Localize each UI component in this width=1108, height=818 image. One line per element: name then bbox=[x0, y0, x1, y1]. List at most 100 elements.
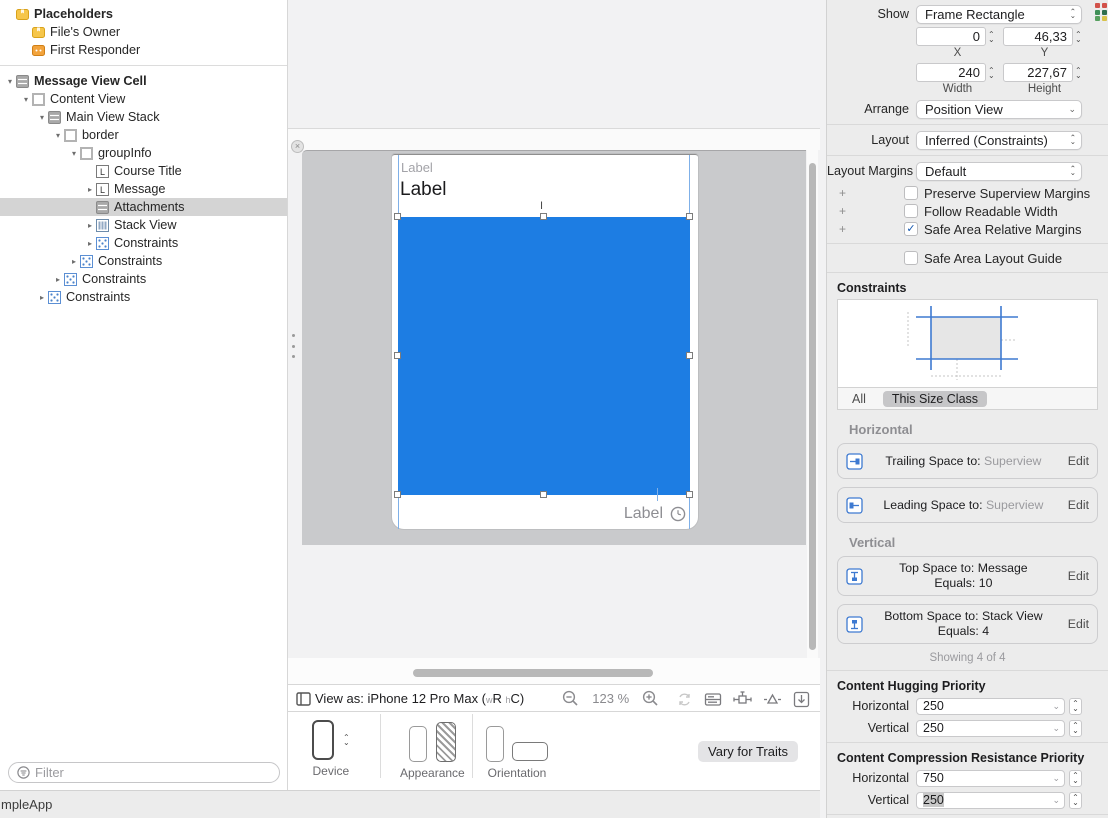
add-constraints-icon[interactable] bbox=[733, 690, 752, 708]
selection-handle-mid-left[interactable] bbox=[394, 352, 401, 359]
appearance-dark-icon[interactable] bbox=[435, 722, 456, 762]
appearance-light-icon[interactable] bbox=[408, 726, 427, 762]
selection-handle-bottom-mid[interactable] bbox=[540, 491, 547, 498]
course-title-label[interactable]: Label bbox=[401, 160, 433, 175]
chevron-right-icon[interactable]: ▸ bbox=[68, 257, 80, 266]
chevron-right-icon[interactable]: ▸ bbox=[84, 185, 96, 194]
selection-handle-top-left[interactable] bbox=[394, 213, 401, 220]
resolve-issues-icon[interactable] bbox=[763, 691, 782, 708]
width-field[interactable]: 240 bbox=[916, 63, 986, 82]
chevron-down-icon[interactable]: ▾ bbox=[4, 77, 16, 86]
priority-value-combo[interactable]: 750 ⌄ bbox=[916, 769, 1065, 787]
outline-row-main-view-stack[interactable]: ▾ Main View Stack bbox=[0, 108, 287, 126]
priority-stepper[interactable]: ⌃ ⌄ bbox=[1069, 791, 1082, 809]
edit-button[interactable]: Edit bbox=[1068, 617, 1089, 631]
pane-divider-handle[interactable] bbox=[292, 334, 298, 358]
outline-row-message[interactable]: ▸ L Message bbox=[0, 180, 287, 198]
y-stepper[interactable]: ⌃ ⌄ bbox=[1075, 30, 1082, 43]
outline-row-file-s-owner[interactable]: File's Owner bbox=[0, 23, 287, 41]
width-stepper[interactable]: ⌃ ⌄ bbox=[988, 66, 995, 79]
outline-row-constraints[interactable]: ▸ Constraints bbox=[0, 234, 287, 252]
height-field[interactable]: 227,67 bbox=[1003, 63, 1073, 82]
edit-button[interactable]: Edit bbox=[1068, 498, 1089, 512]
x-stepper[interactable]: ⌃ ⌄ bbox=[988, 30, 995, 43]
horizontal-scrollbar-thumb[interactable] bbox=[413, 669, 653, 677]
device-stepper[interactable]: ⌃ ⌄ bbox=[343, 734, 350, 747]
outline-filter-field[interactable]: Filter bbox=[8, 762, 280, 783]
orientation-picker[interactable]: Orientation bbox=[486, 720, 548, 780]
chevron-right-icon[interactable]: ▸ bbox=[84, 221, 96, 230]
vertical-scrollbar-thumb[interactable] bbox=[809, 163, 816, 650]
chevron-down-icon[interactable]: ▾ bbox=[52, 131, 64, 140]
priority-value-combo[interactable]: 250 ⌄ bbox=[916, 719, 1065, 737]
outline-row-border[interactable]: ▾ border bbox=[0, 126, 287, 144]
height-stepper[interactable]: ⌃ ⌄ bbox=[1075, 66, 1082, 79]
orientation-landscape-icon[interactable] bbox=[512, 742, 548, 761]
edit-button[interactable]: Edit bbox=[1068, 569, 1089, 583]
outline-row-first-responder[interactable]: First Responder bbox=[0, 41, 287, 59]
add-variation-icon[interactable]: + bbox=[839, 186, 851, 200]
message-view-cell-preview[interactable]: Label Label I Label bbox=[392, 154, 698, 529]
selection-handle-top-mid[interactable] bbox=[540, 213, 547, 220]
editor-pane-icon[interactable] bbox=[296, 692, 311, 706]
chevron-right-icon[interactable]: ▸ bbox=[84, 239, 96, 248]
checkbox[interactable]: ✓ bbox=[904, 222, 918, 236]
device-picker[interactable]: ⌃ ⌄ Device bbox=[312, 720, 350, 778]
edit-button[interactable]: Edit bbox=[1068, 454, 1089, 468]
zoom-level[interactable]: 123 % bbox=[592, 691, 629, 706]
tab-all[interactable]: All bbox=[852, 392, 866, 406]
outline-row-constraints[interactable]: ▸ Constraints bbox=[0, 288, 287, 306]
checkbox[interactable] bbox=[904, 186, 918, 200]
add-variation-icon[interactable]: + bbox=[839, 204, 851, 218]
constraint-row[interactable]: Top Space to: Message Equals: 10 Edit bbox=[837, 556, 1098, 596]
layout-dropdown[interactable]: Inferred (Constraints) ⌃ ⌄ bbox=[916, 130, 1082, 150]
zoom-in-icon[interactable] bbox=[642, 690, 659, 707]
selection-handle-mid-right[interactable] bbox=[686, 352, 693, 359]
checkbox[interactable] bbox=[904, 204, 918, 218]
priority-stepper[interactable]: ⌃ ⌄ bbox=[1069, 719, 1082, 737]
outline-row-course-title[interactable]: L Course Title bbox=[0, 162, 287, 180]
chevron-down-icon[interactable]: ▾ bbox=[20, 95, 32, 104]
message-label[interactable]: Label bbox=[400, 179, 447, 201]
vertical-scrollbar[interactable] bbox=[807, 133, 818, 658]
device-phone-icon[interactable] bbox=[312, 720, 334, 760]
view-as-label[interactable]: View as: iPhone 12 Pro Max (wR hC) bbox=[315, 691, 524, 706]
constraint-row[interactable]: Leading Space to: Superview Edit bbox=[837, 487, 1098, 523]
outline-row-message-view-cell[interactable]: ▾ Message View Cell bbox=[0, 72, 287, 90]
time-label[interactable]: Label bbox=[624, 505, 663, 523]
appearance-picker[interactable]: Appearance bbox=[400, 720, 465, 780]
add-variation-icon[interactable]: + bbox=[839, 222, 851, 236]
tab-this-size-class[interactable]: This Size Class bbox=[882, 390, 988, 407]
chevron-down-icon[interactable]: ▾ bbox=[68, 149, 80, 158]
attachments-view-selected[interactable] bbox=[398, 217, 690, 495]
priority-stepper[interactable]: ⌃ ⌄ bbox=[1069, 769, 1082, 787]
y-field[interactable]: 46,33 bbox=[1003, 27, 1073, 46]
layout-margins-dropdown[interactable]: Default ⌃ ⌄ bbox=[916, 161, 1082, 181]
align-icon[interactable] bbox=[704, 691, 722, 708]
selection-handle-bottom-right[interactable] bbox=[686, 491, 693, 498]
embed-in-icon[interactable] bbox=[793, 691, 810, 708]
chevron-right-icon[interactable]: ▸ bbox=[36, 293, 48, 302]
outline-row-constraints[interactable]: ▸ Constraints bbox=[0, 270, 287, 288]
vary-for-traits-button[interactable]: Vary for Traits bbox=[698, 741, 798, 762]
outline-row-groupinfo[interactable]: ▾ groupInfo bbox=[0, 144, 287, 162]
zoom-out-icon[interactable] bbox=[562, 690, 579, 707]
constraint-row[interactable]: Bottom Space to: Stack View Equals: 4 Edit bbox=[837, 604, 1098, 644]
selection-handle-bottom-left[interactable] bbox=[394, 491, 401, 498]
arrange-dropdown[interactable]: Position View ⌄ bbox=[916, 99, 1082, 119]
safe-area-guide-checkbox[interactable] bbox=[904, 251, 918, 265]
selection-handle-top-right[interactable] bbox=[686, 213, 693, 220]
outline-row-attachments[interactable]: Attachments bbox=[0, 198, 287, 216]
horizontal-scrollbar[interactable] bbox=[288, 658, 820, 684]
update-frames-icon[interactable] bbox=[676, 691, 693, 708]
priority-value-combo[interactable]: 250 ⌄ bbox=[916, 791, 1065, 809]
outline-row-content-view[interactable]: ▾ Content View bbox=[0, 90, 287, 108]
outline-row-stack-view[interactable]: ▸ Stack View bbox=[0, 216, 287, 234]
show-dropdown[interactable]: Frame Rectangle ⌃ ⌄ bbox=[916, 4, 1082, 24]
orientation-portrait-icon[interactable] bbox=[486, 726, 504, 762]
constraint-row[interactable]: Trailing Space to: Superview Edit bbox=[837, 443, 1098, 479]
chevron-right-icon[interactable]: ▸ bbox=[52, 275, 64, 284]
priority-stepper[interactable]: ⌃ ⌄ bbox=[1069, 697, 1082, 715]
chevron-down-icon[interactable]: ▾ bbox=[36, 113, 48, 122]
outline-row-constraints[interactable]: ▸ Constraints bbox=[0, 252, 287, 270]
